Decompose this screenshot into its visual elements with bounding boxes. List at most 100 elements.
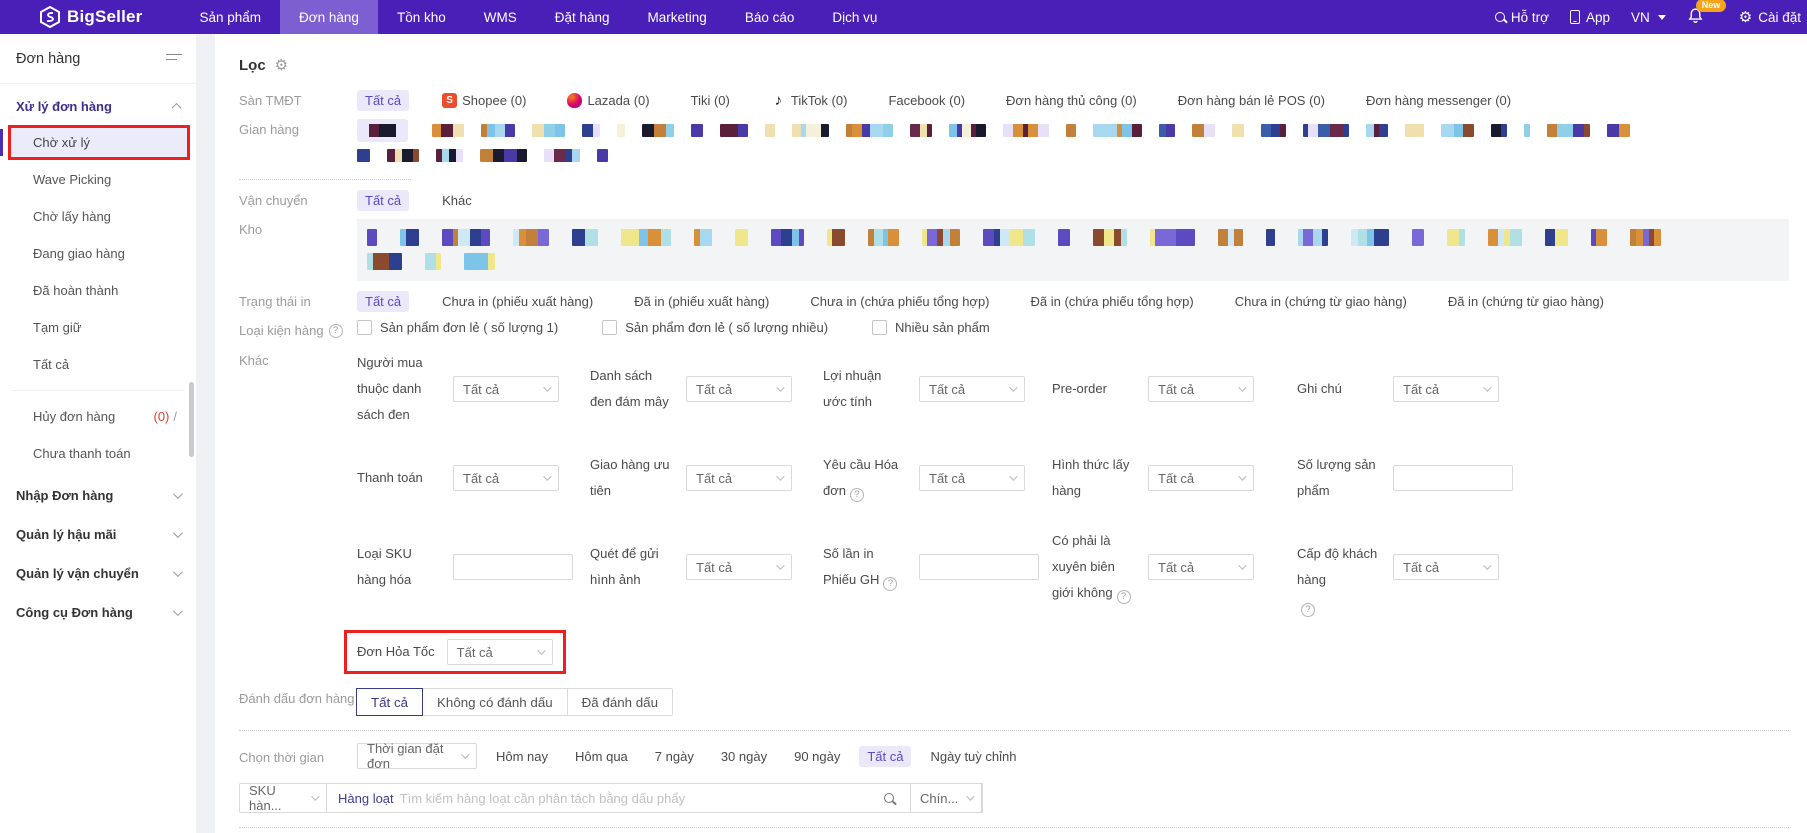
checkbox-icon[interactable] — [357, 320, 372, 335]
censored-tag[interactable] — [694, 229, 712, 246]
censored-tag[interactable] — [1261, 124, 1286, 137]
censored-tag[interactable] — [1093, 124, 1142, 137]
censored-tag[interactable] — [1232, 124, 1244, 137]
help-icon[interactable] — [1301, 603, 1315, 617]
censored-tag[interactable] — [400, 229, 419, 246]
censored-tag[interactable] — [1488, 229, 1522, 246]
filter-select[interactable]: Tất cả — [453, 376, 559, 402]
censored-tag[interactable] — [617, 124, 625, 137]
platform-chip[interactable]: Đơn hàng thủ công (0) — [998, 90, 1145, 111]
censored-tag[interactable] — [1266, 229, 1275, 246]
checkbox-icon[interactable] — [872, 320, 887, 335]
sidebar-section[interactable]: Quản lý hậu mãi — [0, 512, 196, 551]
censored-tag[interactable] — [464, 253, 495, 270]
censored-tag[interactable] — [1303, 124, 1349, 137]
platform-chip[interactable]: Lazada (0) — [559, 90, 657, 111]
shipping-option[interactable]: Tất cả — [357, 190, 409, 211]
censored-tag[interactable] — [367, 229, 377, 246]
package-type-checkbox[interactable]: Sản phẩm đơn lẻ ( số lượng 1) — [357, 320, 558, 335]
censored-tag[interactable] — [983, 229, 1035, 246]
censored-tag[interactable] — [910, 124, 932, 137]
time-option[interactable]: Hôm nay — [488, 746, 556, 767]
censored-tag[interactable] — [532, 124, 565, 137]
help-icon[interactable] — [850, 488, 864, 502]
time-option[interactable]: 90 ngày — [786, 746, 848, 767]
filter-select[interactable]: Tất cả — [686, 554, 792, 580]
censored-tag[interactable] — [868, 229, 899, 246]
print-status-option[interactable]: Đã in (chứa phiếu tổng hợp) — [1023, 291, 1202, 312]
censored-tag[interactable] — [367, 253, 402, 270]
sidebar-section[interactable]: Nhập Đơn hàng — [0, 473, 196, 512]
censored-tag[interactable] — [846, 124, 893, 137]
censored-tag[interactable] — [1003, 124, 1049, 137]
sidebar-item[interactable]: Chờ lấy hàng — [8, 199, 190, 234]
package-type-checkbox[interactable]: Nhiều sản phẩm — [872, 320, 990, 335]
help-link[interactable]: Hỗ trợ — [1495, 10, 1549, 25]
sidebar-section-process[interactable]: Xử lý đơn hàng — [0, 84, 196, 123]
censored-tag[interactable] — [481, 124, 515, 137]
mark-button[interactable]: Tất cả — [356, 688, 423, 716]
print-status-option[interactable]: Chưa in (chứa phiếu tổng hợp) — [802, 291, 997, 312]
censored-tag[interactable] — [480, 149, 527, 162]
censored-tag[interactable] — [357, 119, 408, 142]
censored-tag[interactable] — [572, 229, 598, 246]
sidebar-section[interactable]: Quản lý vận chuyển — [0, 551, 196, 590]
censored-tag[interactable] — [827, 229, 845, 246]
censored-tag[interactable] — [720, 124, 748, 137]
sidebar-section[interactable]: Công cụ Đơn hàng — [0, 590, 196, 629]
nav-item[interactable]: Đặt hàng — [536, 0, 629, 34]
filter-input[interactable] — [1393, 465, 1513, 491]
censored-tag[interactable] — [1441, 124, 1474, 137]
censored-tag[interactable] — [1545, 229, 1568, 246]
search-field-select[interactable]: SKU hàn... — [239, 783, 327, 813]
collapse-sidebar-icon[interactable] — [166, 53, 182, 65]
platform-chip[interactable]: Tất cả — [357, 90, 409, 111]
filter-select[interactable]: Tất cả — [686, 376, 792, 402]
censored-tag[interactable] — [771, 229, 804, 246]
censored-tag[interactable] — [1366, 124, 1388, 137]
censored-tag[interactable] — [1298, 229, 1328, 246]
censored-tag[interactable] — [544, 149, 580, 162]
censored-tag[interactable] — [436, 149, 463, 162]
censored-tag[interactable] — [1405, 124, 1424, 137]
sidebar-item[interactable]: Chưa thanh toán — [8, 436, 190, 471]
notifications-button[interactable]: New — [1687, 7, 1704, 27]
censored-tag[interactable] — [1447, 229, 1465, 246]
censored-tag[interactable] — [735, 229, 748, 246]
platform-chip[interactable]: TikTok (0) — [763, 90, 856, 111]
platform-chip[interactable]: Đơn hàng bán lẻ POS (0) — [1170, 90, 1333, 111]
censored-tag[interactable] — [425, 253, 441, 270]
nav-item[interactable]: Đơn hàng — [280, 0, 378, 34]
search-accuracy-select[interactable]: Chín... — [910, 783, 982, 813]
nav-item[interactable]: Marketing — [629, 0, 726, 34]
censored-tag[interactable] — [582, 124, 600, 137]
time-option[interactable]: Ngày tuỳ chỉnh — [922, 746, 1024, 767]
censored-tag[interactable] — [597, 149, 608, 162]
package-type-checkbox[interactable]: Sản phẩm đơn lẻ ( số lượng nhiều) — [602, 320, 828, 335]
filter-input[interactable] — [453, 554, 573, 580]
censored-tag[interactable] — [792, 124, 829, 137]
sidebar-item[interactable]: Tạm giữ — [8, 310, 190, 345]
batch-search-label[interactable]: Hàng loạt — [327, 791, 400, 806]
sidebar-item[interactable]: Wave Picking — [8, 162, 190, 197]
mark-button[interactable]: Đã đánh dấu — [567, 688, 673, 716]
censored-tag[interactable] — [1192, 124, 1215, 137]
censored-tag[interactable] — [432, 124, 464, 137]
sidebar-item[interactable]: Tất cả — [8, 347, 190, 382]
filter-select[interactable]: Tất cả — [1148, 376, 1254, 402]
print-status-option[interactable]: Tất cả — [357, 291, 409, 312]
censored-tag[interactable] — [1159, 124, 1175, 137]
nav-item[interactable]: Sản phẩm — [181, 0, 281, 34]
print-status-option[interactable]: Đã in (phiếu xuất hàng) — [626, 291, 777, 312]
censored-tag[interactable] — [1591, 229, 1607, 246]
platform-chip[interactable]: Đơn hàng messenger (0) — [1358, 90, 1519, 111]
platform-chip[interactable]: Facebook (0) — [880, 90, 973, 111]
censored-tag[interactable] — [1491, 124, 1507, 137]
censored-tag[interactable] — [922, 229, 960, 246]
censored-tag[interactable] — [642, 124, 674, 137]
settings-link[interactable]: Cài đặt — [1739, 8, 1801, 26]
filter-select[interactable]: Tất cả — [919, 376, 1025, 402]
censored-tag[interactable] — [1066, 124, 1076, 137]
time-option[interactable]: Tất cả — [859, 746, 911, 767]
nav-item[interactable]: Dịch vụ — [813, 0, 896, 34]
